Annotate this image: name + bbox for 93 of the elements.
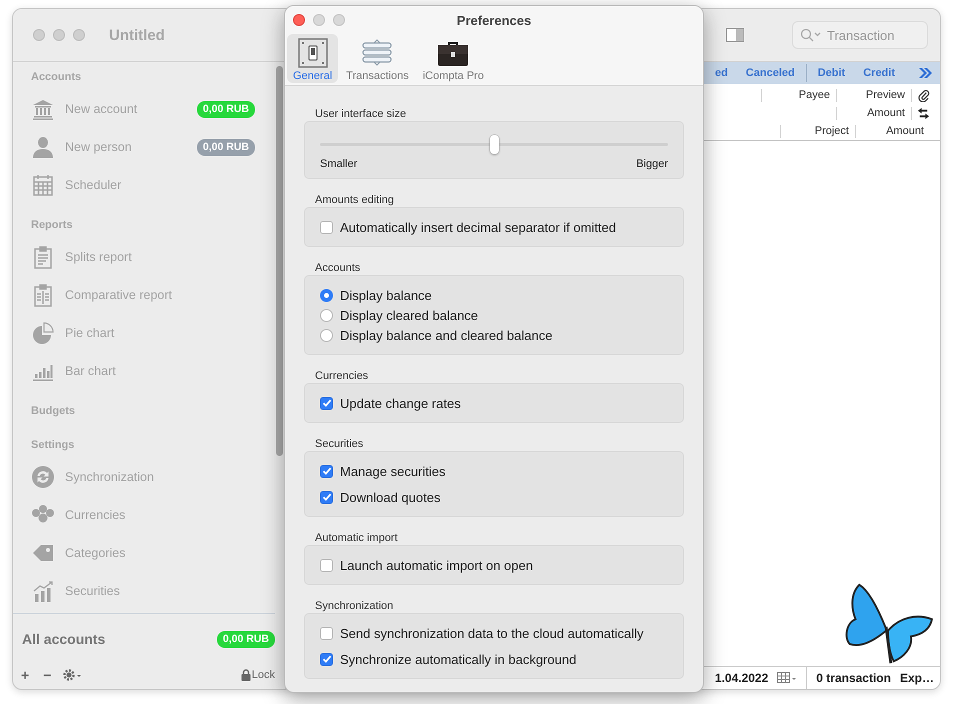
sidebar-section-header: Settings <box>31 438 76 453</box>
date-label: 1.04.2022 <box>714 671 768 685</box>
gear-menu-icon[interactable] <box>63 668 84 682</box>
calendar-icon <box>31 173 55 197</box>
balance-badge: 0,00 RUB <box>216 630 275 648</box>
close-button[interactable] <box>33 29 45 41</box>
sidebar-item[interactable]: Pie chart <box>65 326 255 340</box>
sidebar-section-header: Reports <box>31 218 74 233</box>
paperclip-icon[interactable] <box>917 88 930 102</box>
radio-button[interactable] <box>320 328 333 342</box>
group-label: Accounts <box>314 261 362 275</box>
sidebar-section-header: Accounts <box>31 70 82 85</box>
preferences-tab[interactable]: Transactions <box>340 34 415 83</box>
zoom-button[interactable] <box>333 14 345 26</box>
pie-icon <box>31 321 55 345</box>
person-icon <box>31 135 55 159</box>
radio-label[interactable]: Display balance and cleared balance <box>340 328 552 342</box>
slider-max-label: Bigger <box>636 158 668 170</box>
column-header[interactable]: Preview <box>836 88 911 102</box>
sidebar-section-header: Budgets <box>31 404 76 419</box>
sidebar-footer-button[interactable]: + <box>19 668 32 682</box>
slider-thumb[interactable] <box>490 135 499 154</box>
radio-button[interactable] <box>320 308 333 322</box>
group-label: User interface size <box>314 107 408 121</box>
sidebar-footer-button[interactable]: − <box>41 668 54 682</box>
checkbox-label[interactable]: Synchronize automatically in background <box>340 652 576 666</box>
table-grid-icon[interactable] <box>777 672 798 684</box>
switch-panel-icon <box>296 37 329 69</box>
checkbox-label[interactable]: Automatically insert decimal separator if omitted <box>340 220 616 234</box>
column-header[interactable]: Payee <box>761 88 836 102</box>
minimize-button[interactable] <box>313 14 325 26</box>
group-label: Automatic import <box>314 531 399 545</box>
padlock-icon <box>240 669 251 681</box>
sync-icon <box>31 465 55 489</box>
checkbox[interactable] <box>320 490 333 504</box>
filter-button[interactable]: ed <box>706 67 737 79</box>
sidebar-item[interactable]: Bar chart <box>65 364 255 378</box>
group-label: Currencies <box>314 369 370 383</box>
radio-label[interactable]: Display cleared balance <box>340 308 478 322</box>
zoom-button[interactable] <box>73 29 85 41</box>
filter-button[interactable]: Debit <box>808 67 854 79</box>
window-title: Untitled <box>109 26 165 44</box>
column-header[interactable]: Project <box>780 124 855 138</box>
group-label: Securities <box>314 437 364 451</box>
sidebar-item[interactable]: New person <box>65 140 197 154</box>
radio-label[interactable]: Display balance <box>340 288 432 302</box>
radio-button[interactable] <box>320 288 333 302</box>
sidebar-item[interactable]: New account <box>65 102 197 116</box>
sidebar-item[interactable]: Splits report <box>65 250 255 264</box>
group-label: Synchronization <box>314 599 394 613</box>
filter-button[interactable]: Credit <box>854 67 904 79</box>
checkbox[interactable] <box>320 626 333 640</box>
sidebar-item[interactable]: Currencies <box>65 508 255 522</box>
column-header[interactable]: Amount <box>855 124 930 138</box>
preferences-tab[interactable]: General <box>287 34 338 83</box>
column-header[interactable]: Amount <box>836 106 911 120</box>
slider-min-label: Smaller <box>320 158 358 170</box>
preferences-tab[interactable]: iCompta Pro <box>416 34 490 83</box>
minimize-button[interactable] <box>53 29 65 41</box>
trend-icon <box>31 579 55 603</box>
checkbox[interactable] <box>320 220 333 234</box>
group-label: Amounts editing <box>314 193 395 207</box>
double-chevron-icon[interactable] <box>918 67 932 79</box>
checkbox-label[interactable]: Launch automatic import on open <box>340 558 533 572</box>
sidebar-item[interactable]: Categories <box>65 546 255 560</box>
status-text: Exp… <box>900 671 934 685</box>
checkbox-label[interactable]: Update change rates <box>340 396 461 410</box>
slider-track[interactable] <box>320 135 668 154</box>
window-title: Preferences <box>456 12 532 28</box>
balance-badge: 0,00 RUB <box>196 138 255 156</box>
close-button[interactable] <box>293 14 305 26</box>
sidebar-toggle-icon[interactable] <box>726 28 744 42</box>
all-accounts-label[interactable]: All accounts <box>22 631 106 647</box>
lock-button[interactable]: Lock <box>240 669 275 681</box>
search-field[interactable]: Transaction <box>792 21 928 49</box>
sidebar-item[interactable]: Scheduler <box>65 178 255 192</box>
sidebar-item[interactable]: Comparative report <box>65 288 255 302</box>
balance-badge: 0,00 RUB <box>196 100 255 118</box>
swap-arrows-icon[interactable] <box>917 106 930 120</box>
checkbox-label[interactable]: Manage securities <box>340 464 446 478</box>
scrollbar-thumb[interactable] <box>276 66 283 456</box>
sidebar-item[interactable]: Securities <box>65 584 255 598</box>
checkbox[interactable] <box>320 558 333 572</box>
search-icon <box>800 28 822 42</box>
filter-button[interactable]: Canceled <box>736 67 804 79</box>
checkbox-label[interactable]: Download quotes <box>340 490 440 504</box>
sidebar-item[interactable]: Synchronization <box>65 470 255 484</box>
bank-icon <box>31 97 55 121</box>
checkbox[interactable] <box>320 652 333 666</box>
checkbox-label[interactable]: Send synchronization data to the cloud automatically <box>340 626 644 640</box>
checkbox[interactable] <box>320 396 333 410</box>
checkbox[interactable] <box>320 464 333 478</box>
transaction-count: 0 transaction <box>816 671 891 685</box>
